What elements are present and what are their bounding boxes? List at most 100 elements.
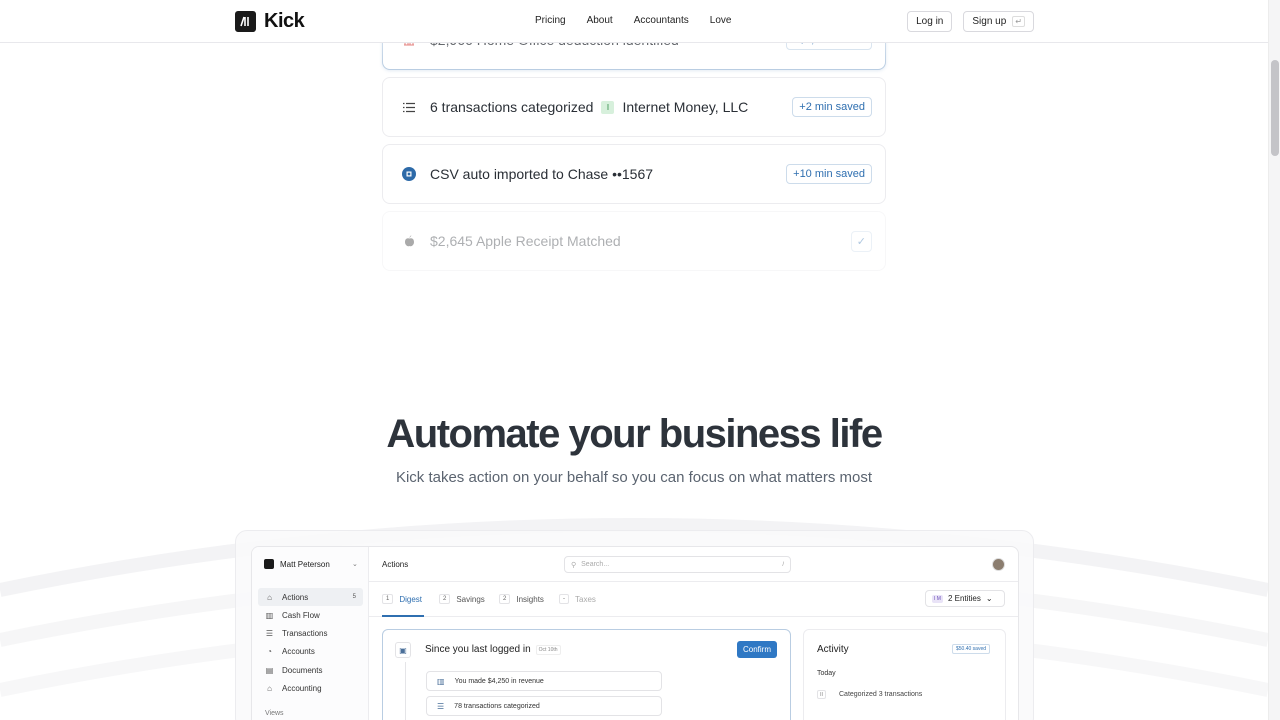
chase-icon: [402, 167, 416, 181]
since-date: Oct 10th: [535, 644, 561, 655]
app-sidebar: Matt Peterson ⌄ ⌂ Actions 5 ▥ Cash Flow …: [252, 547, 369, 720]
login-button[interactable]: Log in: [907, 11, 953, 32]
activity-item-text: Categorized 3 transactions: [839, 691, 923, 698]
search-placeholder: Search...: [581, 561, 610, 568]
sidebar-item-transactions[interactable]: ☰ Transactions: [258, 625, 363, 643]
kick-logo-icon: [235, 11, 256, 32]
tab-count: 2: [439, 594, 451, 604]
sidebar-item-label: Accounting: [282, 683, 322, 693]
list-icon: ☰: [265, 629, 274, 639]
activity-item[interactable]: II Categorized 3 transactions: [817, 690, 922, 699]
activity-card-categorized: 6 transactions categorized I Internet Mo…: [382, 77, 886, 137]
wallet-icon: ◔: [267, 647, 272, 657]
scrollbar-thumb[interactable]: [1271, 60, 1279, 156]
tab-digest[interactable]: 1 Digest: [382, 594, 422, 604]
sidebar-item-label: Documents: [282, 665, 323, 675]
hero-title: Automate your business life: [386, 412, 883, 456]
summary-text: You made $4,250 in revenue: [454, 677, 544, 685]
app-topbar: Actions ⚲ Search... /: [369, 547, 1018, 582]
tab-count: 1: [382, 594, 394, 604]
workspace-logo-icon: [264, 559, 274, 569]
tab-label: Insights: [516, 594, 544, 604]
since-title: Since you last logged in: [425, 644, 531, 655]
tab-label: Taxes: [575, 594, 596, 604]
app-preview: Matt Peterson ⌄ ⌂ Actions 5 ▥ Cash Flow …: [251, 546, 1019, 720]
site-header: Kick Pricing About Accountants Love Log …: [0, 0, 1268, 43]
list-icon: ☰: [437, 701, 445, 711]
summary-text: 78 transactions categorized: [454, 702, 540, 710]
tab-count: -: [559, 594, 569, 604]
chevron-down-icon[interactable]: ⌄: [352, 560, 358, 568]
home-icon: ⌂: [267, 592, 272, 602]
sidebar-nav: ⌂ Actions 5 ▥ Cash Flow ☰ Transactions ◔…: [258, 588, 363, 698]
sidebar-item-cash-flow[interactable]: ▥ Cash Flow: [258, 606, 363, 624]
inbox-icon: ▣: [395, 642, 411, 658]
activity-panel: Activity $50.40 saved Today II Categoriz…: [803, 629, 1006, 720]
page-title: Actions: [382, 560, 409, 569]
workspace-switcher[interactable]: Matt Peterson: [264, 559, 330, 569]
search-shortcut: /: [782, 561, 784, 568]
merchant-name: Internet Money, LLC: [622, 99, 749, 115]
entities-label: 2 Entities: [947, 594, 981, 603]
login-label: Log in: [916, 16, 944, 27]
workspace-name: Matt Peterson: [280, 559, 330, 569]
tab-count: 2: [499, 594, 511, 604]
apple-icon: [402, 234, 416, 248]
page-scrollbar[interactable]: [1268, 0, 1280, 720]
bank-icon: ⌂: [267, 683, 272, 693]
logo-text: Kick: [264, 10, 305, 32]
sidebar-item-label: Accounts: [282, 647, 315, 657]
main-nav: Pricing About Accountants Love: [535, 15, 731, 26]
activity-date-heading: Today: [817, 670, 836, 677]
logo[interactable]: Kick: [235, 10, 305, 33]
sidebar-count: 5: [352, 594, 356, 600]
activity-card-receipt: $2,645 Apple Receipt Matched ✓: [382, 211, 886, 271]
tab-label: Digest: [399, 594, 423, 604]
signup-label: Sign up: [972, 16, 1007, 27]
activity-item-badge: II: [817, 690, 826, 699]
avatar[interactable]: [992, 558, 1005, 571]
activity-card-csv-import: CSV auto imported to Chase ••1567 +10 mi…: [382, 144, 886, 204]
sidebar-item-accounting[interactable]: ⌂ Accounting: [258, 679, 363, 697]
activity-title: Activity: [817, 644, 849, 655]
sidebar-item-accounts[interactable]: ◔ Accounts: [258, 643, 363, 661]
sidebar-item-label: Cash Flow: [282, 610, 320, 620]
activity-text: 6 transactions categorized: [430, 99, 594, 115]
nav-about[interactable]: About: [587, 15, 613, 26]
since-title-group: Since you last logged in Oct 10th: [425, 644, 561, 655]
savings-chip: +2 min saved: [792, 97, 872, 117]
tab-taxes[interactable]: - Taxes: [559, 594, 596, 604]
summary-row-transactions[interactable]: ☰ 78 transactions categorized: [426, 696, 662, 716]
signup-button[interactable]: Sign up ↵: [963, 11, 1034, 32]
entities-selector[interactable]: I M 2 Entities ⌄: [925, 590, 1005, 607]
tab-label: Savings: [456, 594, 485, 604]
search-input[interactable]: ⚲ Search... /: [564, 556, 791, 573]
enter-key-icon: ↵: [1012, 16, 1025, 27]
tab-insights[interactable]: 2 Insights: [499, 594, 544, 604]
sidebar-item-documents[interactable]: ▤ Documents: [258, 661, 363, 679]
summary-row-revenue[interactable]: ▥ You made $4,250 in revenue: [426, 671, 662, 691]
entities-badge: I M: [932, 594, 943, 603]
nav-love[interactable]: Love: [710, 15, 732, 26]
sidebar-item-label: Actions: [282, 592, 309, 602]
active-tab-indicator: [382, 615, 424, 617]
merchant-tag: I: [601, 100, 615, 114]
auth-buttons: Log in Sign up ↵: [907, 11, 1034, 32]
document-icon: ▤: [265, 665, 274, 675]
activity-text-group: 6 transactions categorized I Internet Mo…: [430, 99, 792, 115]
search-icon: ⚲: [571, 561, 577, 569]
bar-chart-icon: ▥: [265, 610, 274, 620]
confirm-button[interactable]: Confirm: [737, 641, 778, 658]
activity-text: $2,645 Apple Receipt Matched: [430, 233, 621, 249]
list-icon: [402, 100, 416, 114]
since-last-login-card: ▣ Since you last logged in Oct 10th Conf…: [382, 629, 791, 720]
activity-savings-chip: $50.40 saved: [952, 644, 991, 654]
bar-chart-icon: ▥: [437, 676, 445, 686]
nav-pricing[interactable]: Pricing: [535, 15, 566, 26]
sidebar-item-actions[interactable]: ⌂ Actions 5: [258, 588, 363, 606]
timeline-line: [405, 662, 406, 720]
savings-chip: +10 min saved: [786, 164, 872, 184]
views-heading: Views: [265, 710, 284, 717]
nav-accountants[interactable]: Accountants: [634, 15, 689, 26]
tab-savings[interactable]: 2 Savings: [439, 594, 485, 604]
